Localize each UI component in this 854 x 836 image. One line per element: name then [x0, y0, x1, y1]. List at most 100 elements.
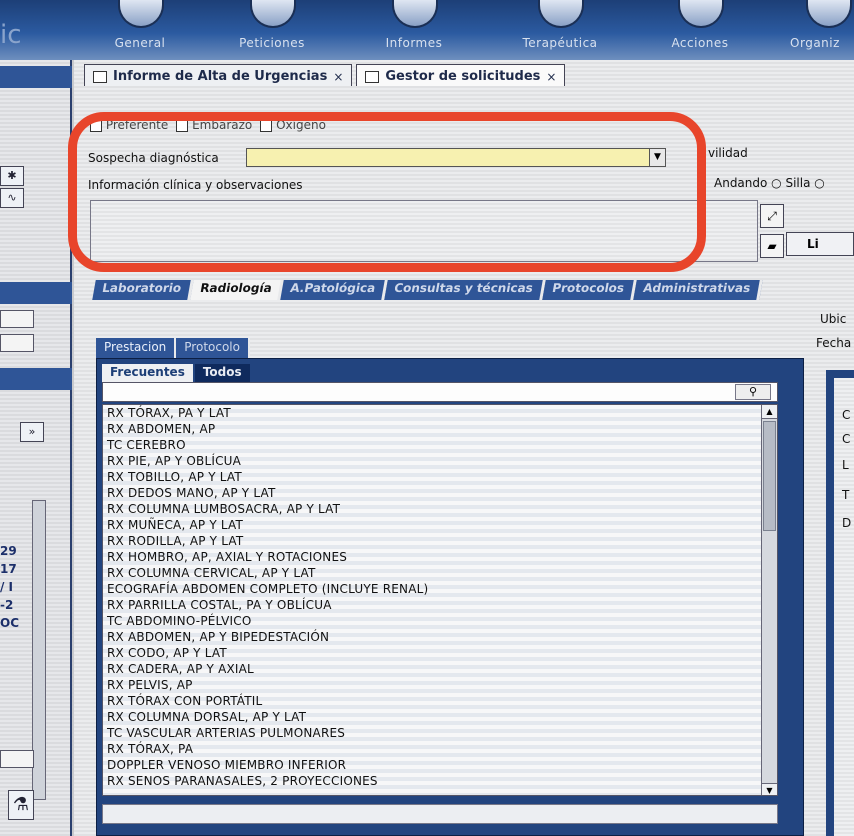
search-icon[interactable]: ⚲	[735, 384, 771, 400]
nav-acciones[interactable]: Acciones	[640, 0, 760, 60]
list-item[interactable]: ECOGRAFÍA ABDOMEN COMPLETO (INCLUYE RENA…	[103, 581, 777, 597]
observaciones-textarea[interactable]	[90, 200, 758, 262]
tab-protocolo[interactable]: Protocolo	[176, 338, 250, 358]
right-field-label: C	[842, 408, 851, 422]
checkbox[interactable]	[260, 119, 273, 132]
sidebar-number: 29	[0, 544, 17, 558]
list-item[interactable]: RX CODO, AP Y LAT	[103, 645, 777, 661]
sidebar-number: / I	[0, 580, 14, 594]
report-icon	[392, 0, 438, 28]
list-item[interactable]: TC VASCULAR ARTERIAS PULMONARES	[103, 725, 777, 741]
flag-label: Oxígeno	[276, 118, 326, 132]
nav-label: Organiz	[790, 36, 840, 50]
sidebar-number: OC	[0, 616, 20, 630]
list-item[interactable]: RX TÓRAX CON PORTÁTIL	[103, 693, 777, 709]
list-item[interactable]: RX DEDOS MANO, AP Y LAT	[103, 485, 777, 501]
list-item[interactable]: RX HOMBRO, AP, AXIAL Y ROTACIONES	[103, 549, 777, 565]
sidebar-field[interactable]	[0, 310, 34, 328]
flag-embarazo[interactable]: Embarazo	[176, 118, 252, 132]
nav-organiz[interactable]: Organiz	[776, 0, 854, 60]
pill-icon	[538, 0, 584, 28]
list-item[interactable]: RX COLUMNA LUMBOSACRA, AP Y LAT	[103, 501, 777, 517]
flask-icon[interactable]: ⚗	[8, 790, 34, 820]
nav-peticiones[interactable]: Peticiones	[212, 0, 332, 60]
list-item[interactable]: TC ABDOMINO-PÉLVICO	[103, 613, 777, 629]
sospecha-select[interactable]: ▼	[246, 148, 666, 167]
close-icon[interactable]: ×	[333, 70, 343, 84]
tab-prestacion[interactable]: Prestacion	[96, 338, 177, 358]
checkbox[interactable]	[176, 119, 189, 132]
sidebar-header	[0, 282, 72, 304]
list-item[interactable]: DOPPLER VENOSO MIEMBRO INFERIOR	[103, 757, 777, 773]
sidebar-number: 17	[0, 562, 17, 576]
list-item[interactable]: RX SENOS PARANASALES, 2 PROYECCIONES	[103, 773, 777, 789]
right-field-label: C	[842, 432, 851, 446]
monitor-icon	[118, 0, 164, 28]
list-item[interactable]: RX TÓRAX, PA Y LAT	[103, 405, 777, 421]
list-item[interactable]: RX PIE, AP Y OBLÍCUA	[103, 453, 777, 469]
list-item[interactable]: RX ABDOMEN, AP	[103, 421, 777, 437]
radio-label: Andando	[714, 176, 768, 190]
list-item[interactable]: RX TÓRAX, PA	[103, 741, 777, 757]
status-field	[102, 804, 778, 824]
expand-icon[interactable]: ⤢	[760, 204, 784, 228]
nav-terapeutica[interactable]: Terapéutica	[500, 0, 620, 60]
flag-preferente[interactable]: Preferente	[90, 118, 168, 132]
tab-consultas[interactable]: Consultas y técnicas	[384, 280, 546, 300]
list-item[interactable]: TC CEREBRO	[103, 437, 777, 453]
pen-icon	[250, 0, 296, 28]
tab-radiologia[interactable]: Radiología	[190, 280, 285, 300]
tab-todos[interactable]: Todos	[194, 364, 252, 382]
scroll-thumb[interactable]	[763, 421, 776, 531]
prestaciones-list[interactable]: RX TÓRAX, PA Y LAT RX ABDOMEN, AP TC CEREB…	[102, 404, 778, 796]
radio-andando[interactable]: Andando ○ Silla ○	[714, 176, 825, 190]
list-item[interactable]: RX PELVIS, AP	[103, 677, 777, 693]
movilidad-label: vilidad	[708, 146, 748, 160]
star-icon[interactable]: ✱	[0, 166, 24, 186]
nav-informes[interactable]: Informes	[354, 0, 474, 60]
flag-label: Preferente	[105, 118, 169, 132]
search-input[interactable]: ⚲	[102, 382, 778, 402]
brand-logo: ic	[0, 20, 22, 50]
list-item[interactable]: RX MUÑECA, AP Y LAT	[103, 517, 777, 533]
list-item[interactable]: RX COLUMNA DORSAL, AP Y LAT	[103, 709, 777, 725]
sidebar-field[interactable]	[0, 334, 34, 352]
sidebar-header	[0, 66, 72, 88]
tab-label: Gestor de solicitudes	[385, 69, 541, 84]
book-icon[interactable]: ▰	[760, 234, 784, 258]
list-item[interactable]: RX RODILLA, AP Y LAT	[103, 533, 777, 549]
tab-apatologica[interactable]: A.Patológica	[280, 280, 388, 300]
list-item[interactable]: RX ABDOMEN, AP Y BIPEDESTACIÓN	[103, 629, 777, 645]
list-item[interactable]: RX TOBILLO, AP Y LAT	[103, 469, 777, 485]
info-clinica-label: Información clínica y observaciones	[88, 178, 303, 192]
list-item[interactable]: RX COLUMNA CERVICAL, AP Y LAT	[103, 565, 777, 581]
side-button[interactable]: Li	[786, 232, 854, 256]
forward-button[interactable]: »	[20, 422, 44, 442]
scroll-down-icon[interactable]: ▼	[762, 783, 777, 795]
scroll-up-icon[interactable]: ▲	[762, 405, 777, 419]
nav-label: Informes	[385, 36, 443, 50]
tab-protocolos[interactable]: Protocolos	[541, 280, 637, 300]
right-field-label: L	[842, 458, 849, 472]
list-item[interactable]: RX CADERA, AP Y AXIAL	[103, 661, 777, 677]
tab-informe-alta[interactable]: Informe de Alta de Urgencias ×	[84, 64, 353, 86]
tab-gestor-solicitudes[interactable]: Gestor de solicitudes ×	[356, 64, 566, 86]
chevron-down-icon[interactable]: ▼	[649, 149, 665, 166]
left-sidebar: ✱ ∿ » 29 17 / I -2 OC ⚗	[0, 60, 72, 836]
list-scrollbar[interactable]: ▲ ▼	[761, 405, 777, 795]
flag-label: Embarazo	[192, 118, 253, 132]
sidebar-scrollbar[interactable]	[32, 500, 46, 800]
tab-administrativas[interactable]: Administrativas	[632, 280, 763, 300]
nav-label: Terapéutica	[522, 36, 598, 50]
nav-label: Peticiones	[239, 36, 305, 50]
list-item[interactable]: RX PARRILLA COSTAL, PA Y OBLÍCUA	[103, 597, 777, 613]
checkbox[interactable]	[90, 119, 102, 132]
chart-icon[interactable]: ∿	[0, 188, 24, 208]
tab-frecuentes[interactable]: Frecuentes	[102, 364, 195, 382]
flag-oxigeno[interactable]: Oxígeno	[260, 118, 326, 132]
nav-general[interactable]: General	[80, 0, 200, 60]
side-button-label: Li	[807, 237, 819, 251]
sidebar-field[interactable]	[0, 750, 34, 768]
close-icon[interactable]: ×	[546, 70, 556, 84]
tab-laboratorio[interactable]: Laboratorio	[92, 280, 194, 300]
